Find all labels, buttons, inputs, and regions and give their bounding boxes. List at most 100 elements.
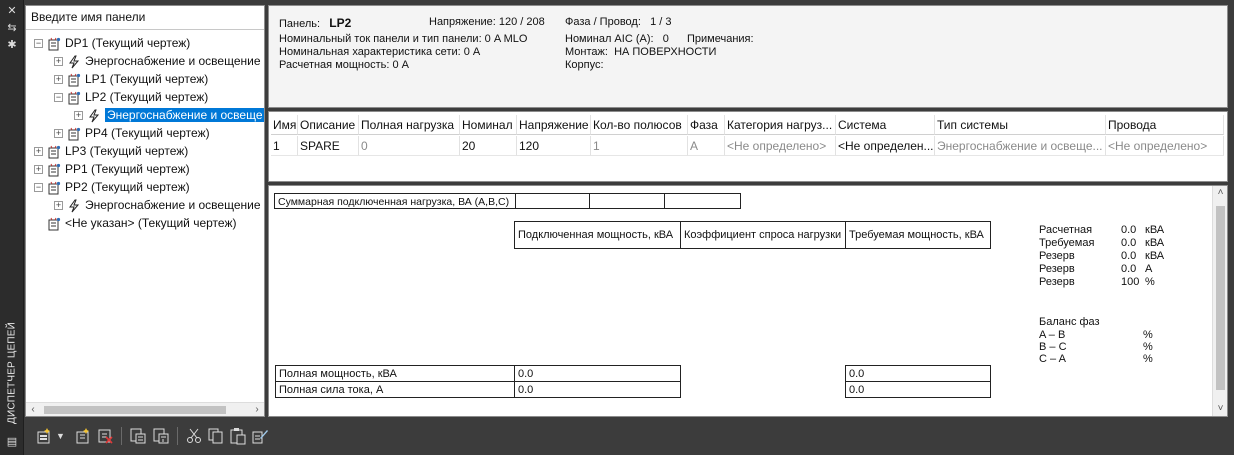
- panel-network-rating: Номинальная характеристика сети: 0 A: [279, 46, 481, 58]
- tree-node[interactable]: + PP4 (Текущий чертеж): [54, 124, 210, 142]
- connected-load-a: [515, 193, 590, 209]
- grid-cell[interactable]: <Не определен...: [836, 136, 935, 156]
- stat-unit: кВА: [1145, 250, 1165, 262]
- palette-menu-icon[interactable]: ▤: [5, 436, 19, 448]
- total-current-value: 0.0: [514, 381, 681, 398]
- total-power-label: Полная мощность, кВА: [275, 365, 515, 382]
- properties-icon[interactable]: ✱: [5, 39, 19, 51]
- new-dropdown-icon[interactable]: ▼: [56, 427, 74, 445]
- close-icon[interactable]: ✕: [5, 5, 19, 17]
- grid-cell[interactable]: <Не определено>: [725, 136, 836, 156]
- expand-icon[interactable]: +: [34, 165, 43, 175]
- new-panel-icon[interactable]: [35, 427, 53, 445]
- phase-balance-title: Баланс фаз: [1039, 316, 1100, 328]
- circuit-icon: [89, 109, 100, 123]
- grid-column-header[interactable]: Категория нагруз...: [725, 115, 836, 135]
- tree-node[interactable]: + Энергоснабжение и освеще: [74, 106, 264, 124]
- panel-schedule-icon[interactable]: [129, 427, 147, 445]
- grid-column-header[interactable]: Имя: [271, 115, 298, 135]
- grid-column-header[interactable]: Описание: [298, 115, 359, 135]
- stat-label: Расчетная: [1039, 224, 1093, 236]
- copy-icon[interactable]: [207, 427, 225, 445]
- panel-tree: − DP1 (Текущий чертеж) + Энергоснабжение и …: [26, 34, 264, 404]
- balance-label: C – A: [1039, 353, 1066, 365]
- tree-node-label: LP2 (Текущий чертеж): [85, 90, 209, 104]
- expand-icon[interactable]: +: [54, 57, 63, 67]
- grid-cell[interactable]: Энергоснабжение и освеще...: [935, 136, 1106, 156]
- delete-icon[interactable]: [96, 427, 114, 445]
- panel-search-input[interactable]: Введите имя панели: [26, 6, 264, 30]
- grid-column-header[interactable]: Полная нагрузка: [359, 115, 460, 135]
- grid-column-header[interactable]: Фаза: [688, 115, 725, 135]
- tree-horizontal-scrollbar[interactable]: ‹ ›: [26, 402, 264, 416]
- tree-node[interactable]: − DP1 (Текущий чертеж): [34, 34, 190, 52]
- tree-node-label: <Не указан> (Текущий чертеж): [65, 216, 237, 230]
- tree-node-label: DP1 (Текущий чертеж): [65, 36, 191, 50]
- paste-icon[interactable]: [229, 427, 247, 445]
- autohide-icon[interactable]: ⇆: [5, 22, 19, 34]
- balance-label: B – C: [1039, 341, 1067, 353]
- scroll-right-icon[interactable]: ›: [250, 403, 264, 417]
- cut-icon[interactable]: [185, 427, 203, 445]
- panel-notes: Примечания:: [687, 33, 754, 45]
- grid-column-header[interactable]: Система: [836, 115, 935, 135]
- grid-cell[interactable]: <Не определено>: [1106, 136, 1224, 156]
- stat-label: Резерв: [1039, 250, 1075, 262]
- panel-name: Панель: LP2: [279, 16, 352, 30]
- grid-cell[interactable]: 20: [460, 136, 517, 156]
- expand-icon[interactable]: +: [74, 111, 83, 121]
- grid-column-header[interactable]: Напряжение: [517, 115, 591, 135]
- panel-icon: [48, 181, 61, 195]
- grid-cell[interactable]: SPARE: [298, 136, 359, 156]
- tree-node[interactable]: + PP1 (Текущий чертеж): [34, 160, 190, 178]
- tree-node[interactable]: + LP3 (Текущий чертеж): [34, 142, 188, 160]
- panel-enclosure: Корпус:: [565, 59, 604, 71]
- grid-cell[interactable]: 120: [517, 136, 591, 156]
- grid-column-header[interactable]: Тип системы: [935, 115, 1106, 135]
- new-circuit-icon[interactable]: [74, 427, 92, 445]
- panel-icon: [48, 217, 61, 231]
- grid-column-header[interactable]: Провода: [1106, 115, 1224, 135]
- tree-node-label: LP1 (Текущий чертеж): [85, 72, 209, 86]
- expand-icon[interactable]: +: [54, 201, 63, 211]
- scroll-down-icon[interactable]: ˅: [1213, 402, 1228, 416]
- scroll-thumb[interactable]: [1216, 206, 1225, 390]
- tree-node-label: PP2 (Текущий чертеж): [65, 180, 190, 194]
- stat-value: 0.0: [1121, 237, 1137, 249]
- collapse-icon[interactable]: −: [34, 39, 43, 49]
- grid-cell[interactable]: 1: [591, 136, 688, 156]
- balance-unit: %: [1143, 353, 1153, 365]
- tree-node[interactable]: + Энергоснабжение и освещение: [54, 196, 261, 214]
- expand-icon[interactable]: +: [54, 75, 63, 85]
- connected-load-b: [589, 193, 665, 209]
- scroll-left-icon[interactable]: ‹: [26, 403, 40, 417]
- tree-node[interactable]: + Энергоснабжение и освещение: [54, 52, 261, 70]
- panel-tree-pane: Введите имя панели − DP1 (Текущий чертеж)…: [25, 5, 265, 417]
- connected-power-header: Подключенная мощность, кВА: [514, 221, 681, 249]
- grid-column-header[interactable]: Номинал: [460, 115, 517, 135]
- summary-vertical-scrollbar[interactable]: ˄ ˅: [1212, 186, 1227, 416]
- collapse-icon[interactable]: −: [54, 93, 63, 103]
- collapse-icon[interactable]: −: [34, 183, 43, 193]
- grid-column-header[interactable]: Кол-во полюсов: [591, 115, 688, 135]
- tree-node[interactable]: <Не указан> (Текущий чертеж): [34, 214, 236, 232]
- grid-cell[interactable]: 1: [271, 136, 298, 156]
- scroll-up-icon[interactable]: ˄: [1213, 186, 1228, 200]
- tree-node-label: Энергоснабжение и освещение: [85, 54, 261, 68]
- tree-node[interactable]: − LP2 (Текущий чертеж): [54, 88, 208, 106]
- grid-cell[interactable]: A: [688, 136, 725, 156]
- circuit-icon: [69, 199, 80, 213]
- circuit-manager-palette: ✕ ⇆ ✱ ДИСПЕТЧЕР ЦЕПЕЙ ▤ Введите имя пане…: [0, 0, 1234, 455]
- scroll-thumb[interactable]: [44, 406, 226, 414]
- expand-icon[interactable]: +: [34, 147, 43, 157]
- stat-label: Резерв: [1039, 263, 1075, 275]
- circuit-schedule-icon[interactable]: [152, 427, 170, 445]
- tree-node[interactable]: + LP1 (Текущий чертеж): [54, 70, 208, 88]
- stat-value: 100: [1121, 276, 1140, 288]
- stat-unit: кВА: [1145, 237, 1165, 249]
- grid-cell[interactable]: 0: [359, 136, 460, 156]
- edit-properties-icon[interactable]: [251, 427, 269, 445]
- tree-node[interactable]: − PP2 (Текущий чертеж): [34, 178, 190, 196]
- expand-icon[interactable]: +: [54, 129, 63, 139]
- panel-voltage: Напряжение: 120 / 208: [429, 16, 545, 28]
